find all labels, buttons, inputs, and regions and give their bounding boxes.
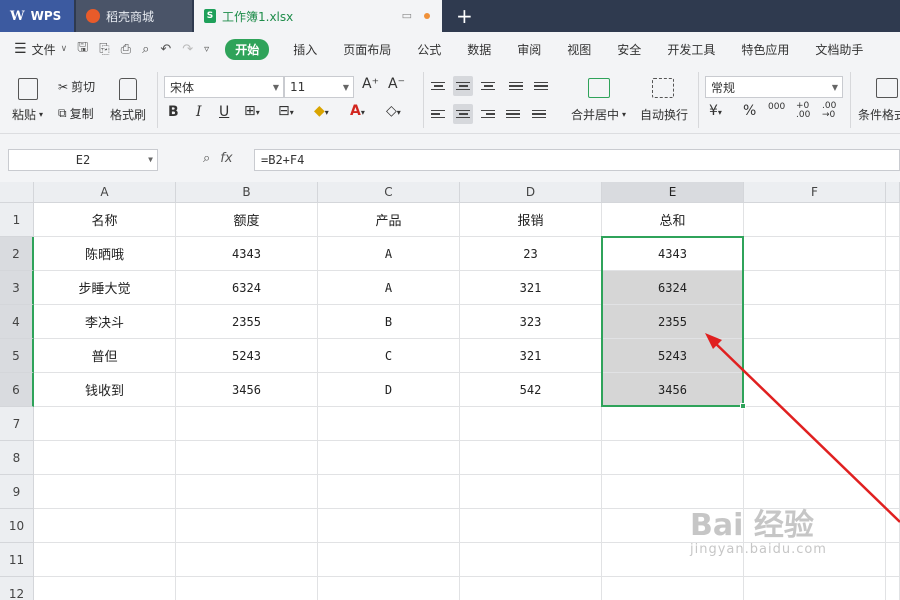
annotation-arrow	[705, 333, 900, 523]
arrow-line	[711, 339, 900, 523]
